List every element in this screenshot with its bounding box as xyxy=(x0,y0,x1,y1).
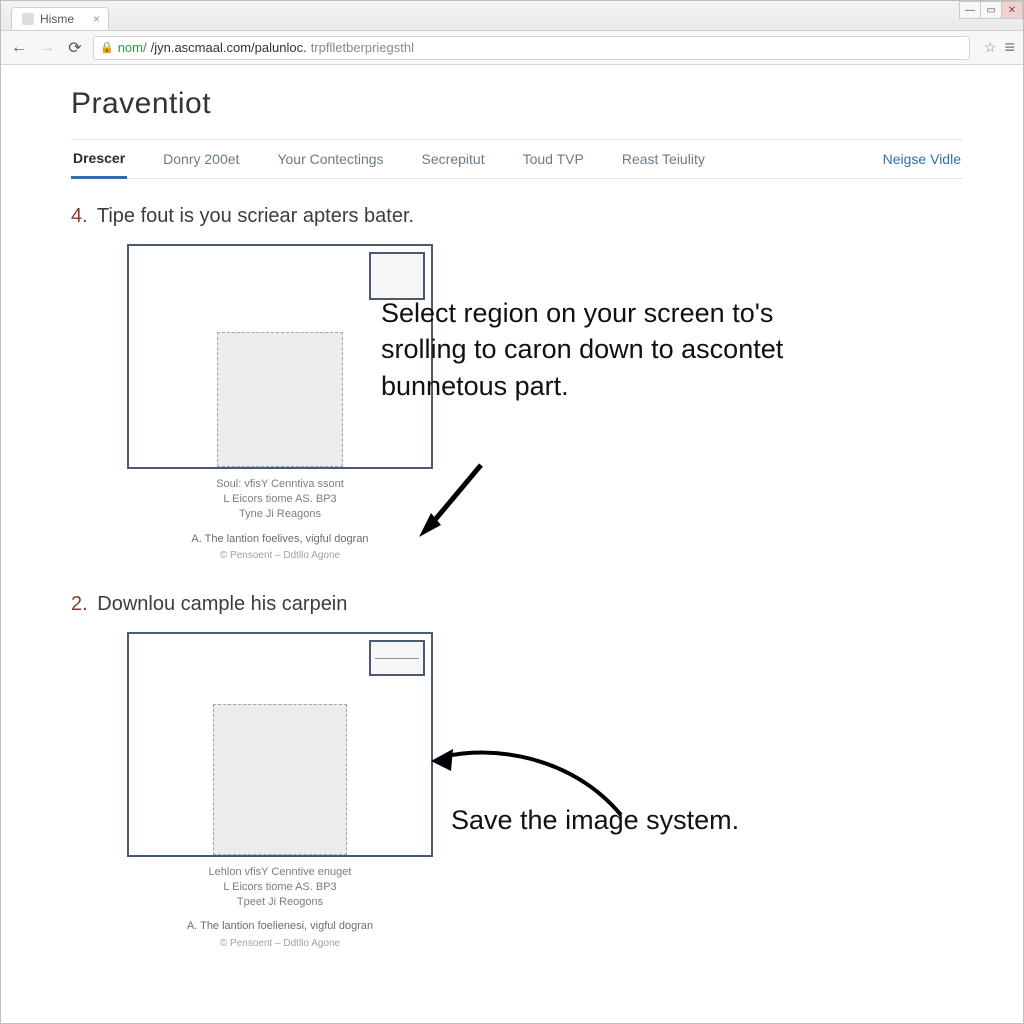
figure-frame xyxy=(127,632,433,857)
nav-tabs: Drescer Donry 200et Your Contectings Sec… xyxy=(71,139,963,179)
window-controls: — ▭ ✕ xyxy=(960,1,1023,19)
page-content: Praventiot Drescer Donry 200et Your Cont… xyxy=(1,65,1023,1023)
step-number: 4. xyxy=(71,205,88,227)
url-path: trpflletberpriegsthl xyxy=(311,40,414,55)
caption-line: L Eicors tiome AS. BP3 xyxy=(127,880,433,895)
favicon-icon xyxy=(22,13,34,25)
caption-line: Soul: vfisY Cenntiva ssont xyxy=(127,477,433,492)
minimize-button[interactable]: — xyxy=(959,1,981,19)
tab-strip: Hisme × xyxy=(1,1,1023,31)
figure-thumb xyxy=(369,252,425,300)
browser-window: — ▭ ✕ Hisme × ← → ⟳ 🔒 nom/ /jyn.ascmaal.… xyxy=(0,0,1024,1024)
nav-right-link[interactable]: Neigse Vidle xyxy=(881,141,963,177)
caption-line: Tpeet Ji Reogons xyxy=(127,895,433,910)
figure-thumb xyxy=(369,640,425,676)
maximize-button[interactable]: ▭ xyxy=(980,1,1002,19)
figure-inner xyxy=(213,704,347,855)
caption-meta: © Pensoent – Ddtllo Agone xyxy=(127,549,433,563)
tab-title: Hisme xyxy=(40,12,74,26)
reload-button[interactable]: ⟳ xyxy=(65,38,85,58)
figure-inner xyxy=(217,332,343,467)
figure-caption: Lehlon vfisY Cenntive enuget L Eicors ti… xyxy=(127,865,433,951)
address-bar[interactable]: 🔒 nom/ /jyn.ascmaal.com/palunloc. trpfll… xyxy=(93,36,970,60)
menu-icon[interactable]: ≡ xyxy=(1004,37,1015,58)
toolbar: ← → ⟳ 🔒 nom/ /jyn.ascmaal.com/palunloc. … xyxy=(1,31,1023,65)
tab-close-icon[interactable]: × xyxy=(93,12,100,26)
step-heading: 4. Tipe fout is you scriear apters bater… xyxy=(71,205,963,228)
step-title: Downlou cample his carpein xyxy=(97,593,347,615)
lock-icon: 🔒 xyxy=(100,41,114,54)
forward-button[interactable]: → xyxy=(37,38,57,58)
page-title: Praventiot xyxy=(71,87,963,121)
step-title: Tipe fout is you scriear apters bater. xyxy=(97,205,414,227)
nav-tab-contectings[interactable]: Your Contectings xyxy=(275,141,385,177)
step-number: 2. xyxy=(71,593,88,615)
arrow-icon xyxy=(411,455,491,545)
annotation-text: Select region on your screen to's srolli… xyxy=(381,295,851,404)
nav-tab-toud[interactable]: Toud TVP xyxy=(521,141,586,177)
bookmark-star-icon[interactable]: ☆ xyxy=(984,39,997,56)
url-scheme: nom/ xyxy=(118,40,147,55)
url-host: /jyn.ascmaal.com/palunloc. xyxy=(151,40,307,55)
annotation-1: Select region on your screen to's srolli… xyxy=(381,295,851,404)
caption-line: Lehlon vfisY Cenntive enuget xyxy=(127,865,433,880)
back-button[interactable]: ← xyxy=(9,38,29,58)
annotation-2: Save the image system. xyxy=(431,745,911,836)
caption-meta: © Pensoent – Ddtllo Agone xyxy=(127,937,433,951)
caption-sub: A. The lantion foelives, vigful dogran xyxy=(127,532,433,547)
arrow-icon xyxy=(421,725,631,835)
step-heading: 2. Downlou cample his carpein xyxy=(71,593,963,616)
nav-tab-donry[interactable]: Donry 200et xyxy=(161,141,241,177)
caption-line: L Eicors tiome AS. BP3 xyxy=(127,492,433,507)
nav-tab-reast[interactable]: Reast Teiulity xyxy=(620,141,707,177)
figure-caption: Soul: vfisY Cenntiva ssont L Eicors tiom… xyxy=(127,477,433,563)
caption-sub: A. The lantion foelienesi, vigful dogran xyxy=(127,919,433,934)
nav-tab-drescer[interactable]: Drescer xyxy=(71,140,127,179)
nav-tab-secrepitut[interactable]: Secrepitut xyxy=(420,141,487,177)
browser-tab[interactable]: Hisme × xyxy=(11,7,109,30)
close-button[interactable]: ✕ xyxy=(1001,1,1023,19)
caption-line: Tyne Ji Reagons xyxy=(127,507,433,522)
